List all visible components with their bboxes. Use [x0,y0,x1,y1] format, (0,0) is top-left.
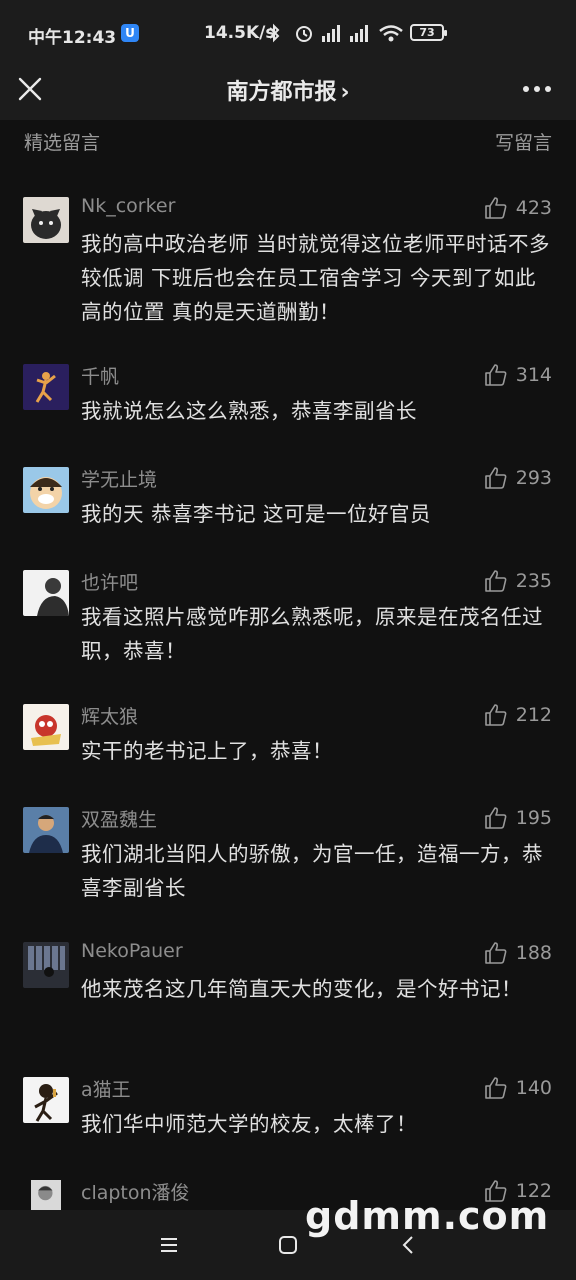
net-speed: 14.5K/s [204,23,276,43]
like-count: 140 [515,1077,552,1099]
like-count: 188 [515,942,552,964]
comment-text: 我看这照片感觉咋那么熟悉呢，原来是在茂名任过职，恭喜！ [81,605,543,663]
menu-icon[interactable] [158,1234,180,1256]
wolf-avatar[interactable] [23,704,69,750]
like-button[interactable]: 314 [484,362,552,388]
comment-username[interactable]: 学无止境 [81,465,157,492]
like-button[interactable]: 423 [484,195,552,221]
singer-avatar[interactable] [23,1077,69,1123]
section-title: 精选留言 [24,132,101,154]
thumbs-up-icon [484,197,507,219]
thumbs-up-icon [484,467,507,489]
thumbs-up-icon [484,570,507,592]
comment-text: 他来茂名这几年简直天大的变化，是个好书记！ [81,977,522,1001]
battery-icon: 73 [410,24,447,41]
thumbs-up-icon [484,704,507,726]
dog-avatar[interactable] [23,197,69,243]
like-button[interactable]: 293 [484,465,552,491]
status-time: 中午12:43 [28,28,117,48]
app-notification-icon: U [121,24,139,42]
comment-text: 我们湖北当阳人的骄傲，为官一任，造福一方，恭喜李副省长 [81,842,543,900]
basketball-avatar[interactable] [23,364,69,410]
like-count: 314 [515,364,552,386]
like-count: 235 [515,570,552,592]
top-bar: 南方都市报 › [0,66,576,120]
like-count: 212 [515,704,552,726]
comment-username[interactable]: clapton潘俊 [81,1178,190,1205]
write-comment-link[interactable]: 写留言 [495,128,552,155]
home-icon[interactable] [277,1234,299,1256]
comment-text: 我就说怎么这么熟悉，恭喜李副省长 [81,399,417,423]
comment-text: 我的高中政治老师 当时就觉得这位老师平时话不多 较低调 下班后也会在员工宿舍学习… [81,232,551,324]
thumbs-up-icon [484,1077,507,1099]
comment-username[interactable]: 也许吧 [81,568,138,595]
thumbs-up-icon [484,807,507,829]
thumbs-up-icon [484,364,507,386]
cartoon-avatar[interactable] [23,467,69,513]
comment-username[interactable]: 双盈魏生 [81,805,157,832]
watermark-text: gdmm.com [305,1194,550,1238]
man-avatar[interactable] [23,807,69,853]
comment-username[interactable]: a猫王 [81,1075,131,1102]
page-title-text: 南方都市报 [226,80,337,105]
battery-level: 73 [419,26,435,39]
portrait-avatar[interactable] [23,1180,69,1210]
like-count: 423 [515,197,552,219]
comment-text: 实干的老书记上了，恭喜！ [81,739,333,763]
comment-text: 我的天 恭喜李书记 这可是一位好官员 [81,502,432,526]
like-count: 293 [515,467,552,489]
like-count: 195 [515,807,552,829]
comment-username[interactable]: NekoPauer [81,940,183,962]
comment-text: 我们华中师范大学的校友，太棒了！ [81,1112,417,1136]
status-bar: 中午12:43 U 14.5K/s 73 [0,0,576,66]
like-button[interactable]: 188 [484,940,552,966]
like-button[interactable]: 140 [484,1075,552,1101]
comment-username[interactable]: 千帆 [81,362,119,389]
comment-username[interactable]: 辉太狼 [81,702,138,729]
thumbs-up-icon [484,942,507,964]
window-avatar[interactable] [23,942,69,988]
like-button[interactable]: 212 [484,702,552,728]
photo-avatar[interactable] [23,570,69,616]
page-title[interactable]: 南方都市报 › [0,74,576,106]
more-options-icon[interactable] [522,84,552,94]
comment-username[interactable]: Nk_corker [81,195,175,217]
chevron-right-icon: › [340,80,350,105]
like-button[interactable]: 195 [484,805,552,831]
like-button[interactable]: 235 [484,568,552,594]
